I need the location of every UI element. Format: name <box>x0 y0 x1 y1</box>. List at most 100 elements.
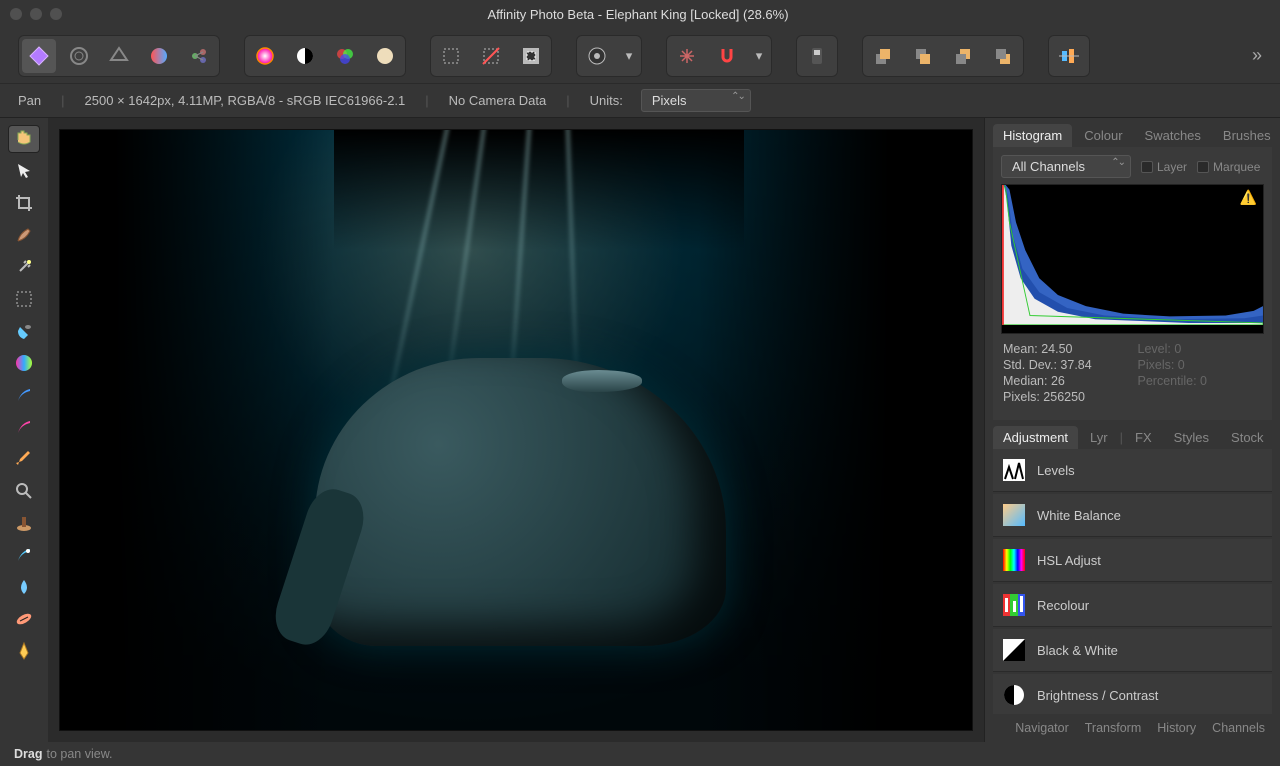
window-title: Affinity Photo Beta - Elephant King [Loc… <box>62 7 1214 22</box>
selection-brush-tool[interactable] <box>9 222 39 248</box>
greyscale-icon[interactable] <box>288 39 322 73</box>
document-canvas[interactable] <box>60 130 972 730</box>
paint-brush-tool[interactable] <box>9 382 39 408</box>
marquee-tool[interactable] <box>9 286 39 312</box>
dropdown-chevron-icon[interactable]: ▾ <box>750 39 768 73</box>
status-bar: Drag to pan view. <box>0 742 1280 766</box>
stat-pixels: Pixels: 0 <box>1138 358 1263 372</box>
toolbar-overflow-icon[interactable]: » <box>1252 45 1262 66</box>
tab-fx[interactable]: FX <box>1125 426 1162 449</box>
view-tool[interactable] <box>9 126 39 152</box>
adjustment-label: Brightness / Contrast <box>1037 688 1158 703</box>
close-dot[interactable] <box>10 8 22 20</box>
crop-tool[interactable] <box>9 190 39 216</box>
tools-panel <box>0 118 48 742</box>
move-to-front-icon[interactable] <box>866 39 900 73</box>
snapping-group: ▾ <box>666 35 772 77</box>
liquify-persona-button[interactable] <box>62 39 96 73</box>
stat-stddev: Std. Dev.: 37.84 <box>1003 358 1128 372</box>
selection-group <box>430 35 552 77</box>
invert-selection-icon[interactable] <box>514 39 548 73</box>
photo-persona-button[interactable] <box>22 39 56 73</box>
adjustment-label: Levels <box>1037 463 1075 478</box>
inpainting-brush-tool[interactable] <box>9 542 39 568</box>
adjustment-hsl[interactable]: HSL Adjust <box>993 539 1272 582</box>
snapping-icon[interactable] <box>710 39 744 73</box>
layer-checkbox[interactable]: Layer <box>1141 160 1187 174</box>
clone-stamp-tool[interactable] <box>9 510 39 536</box>
colour-wheel-icon[interactable] <box>248 39 282 73</box>
tab-layers[interactable]: Lyr <box>1080 426 1118 449</box>
tab-brushes[interactable]: Brushes <box>1213 124 1280 147</box>
flood-select-tool[interactable] <box>9 254 39 280</box>
tab-adjustment[interactable]: Adjustment <box>993 426 1078 449</box>
tab-stock[interactable]: Stock <box>1221 426 1274 449</box>
adjustment-white-balance[interactable]: White Balance <box>993 494 1272 537</box>
quick-mask-icon[interactable] <box>580 39 614 73</box>
assistant-group <box>796 35 838 77</box>
tab-transform[interactable]: Transform <box>1078 718 1149 738</box>
marquee-checkbox[interactable]: Marquee <box>1197 160 1260 174</box>
zoom-tool[interactable] <box>9 478 39 504</box>
stat-mean: Mean: 24.50 <box>1003 342 1128 356</box>
tab-histogram[interactable]: Histogram <box>993 124 1072 147</box>
blur-tool[interactable] <box>9 574 39 600</box>
rgb-icon[interactable] <box>328 39 362 73</box>
active-tool-label: Pan <box>18 93 41 108</box>
zoom-dot[interactable] <box>50 8 62 20</box>
adjustment-black-white[interactable]: Black & White <box>993 629 1272 672</box>
export-persona-button[interactable] <box>182 39 216 73</box>
main-toolbar: ▾ ▾ » <box>0 28 1280 84</box>
tab-styles[interactable]: Styles <box>1164 426 1219 449</box>
tab-swatches[interactable]: Swatches <box>1135 124 1211 147</box>
document-info: 2500 × 1642px, 4.11MP, RGBA/8 - sRGB IEC… <box>85 93 406 108</box>
move-forward-icon[interactable] <box>906 39 940 73</box>
erase-brush-tool[interactable] <box>9 414 39 440</box>
histogram-display[interactable]: ⚠️ <box>1001 184 1264 334</box>
top-panel-tabs: Histogram Colour Swatches Brushes <box>985 118 1280 147</box>
clipping-warning-icon: ⚠️ <box>1240 189 1257 206</box>
show-grid-icon[interactable] <box>670 39 704 73</box>
tab-channels[interactable]: Channels <box>1205 718 1272 738</box>
healing-brush-tool[interactable] <box>9 606 39 632</box>
move-backward-icon[interactable] <box>946 39 980 73</box>
flood-fill-tool[interactable] <box>9 318 39 344</box>
dropdown-chevron-icon[interactable]: ▾ <box>620 39 638 73</box>
adjustment-label: White Balance <box>1037 508 1121 523</box>
bottom-panel-tabs: Navigator Transform History Channels <box>985 714 1280 742</box>
soft-proof-icon[interactable] <box>368 39 402 73</box>
adjustment-recolour[interactable]: Recolour <box>993 584 1272 627</box>
tab-history[interactable]: History <box>1150 718 1203 738</box>
adjustment-label: Black & White <box>1037 643 1118 658</box>
develop-persona-button[interactable] <box>102 39 136 73</box>
units-label: Units: <box>590 93 623 108</box>
stat-percentile: Percentile: 0 <box>1138 374 1263 388</box>
deselect-icon[interactable] <box>474 39 508 73</box>
stat-median: Median: 26 <box>1003 374 1128 388</box>
pencil-tool[interactable] <box>9 446 39 472</box>
camera-data: No Camera Data <box>449 93 547 108</box>
canvas-area <box>48 118 984 742</box>
move-tool[interactable] <box>9 158 39 184</box>
adjustment-levels[interactable]: Levels <box>993 449 1272 492</box>
gradient-tool[interactable] <box>9 350 39 376</box>
adjustment-brightness-contrast[interactable]: Brightness / Contrast <box>993 674 1272 714</box>
minimize-dot[interactable] <box>30 8 42 20</box>
main-area: Histogram Colour Swatches Brushes All Ch… <box>0 118 1280 742</box>
tab-navigator[interactable]: Navigator <box>1008 718 1076 738</box>
move-to-back-icon[interactable] <box>986 39 1020 73</box>
select-all-icon[interactable] <box>434 39 468 73</box>
hint-bold: Drag <box>14 747 42 761</box>
pen-tool[interactable] <box>9 638 39 664</box>
align-icon[interactable] <box>1052 39 1086 73</box>
arrange-group <box>862 35 1024 77</box>
tab-colour[interactable]: Colour <box>1074 124 1132 147</box>
units-select[interactable]: Pixels <box>641 89 751 112</box>
adjustment-label: HSL Adjust <box>1037 553 1101 568</box>
quick-mask-group: ▾ <box>576 35 642 77</box>
tone-mapping-persona-button[interactable] <box>142 39 176 73</box>
histogram-panel: All Channels Layer Marquee ⚠️ Mean: 24.5… <box>993 147 1272 420</box>
channel-select[interactable]: All Channels <box>1001 155 1131 178</box>
assistant-icon[interactable] <box>800 39 834 73</box>
align-group <box>1048 35 1090 77</box>
